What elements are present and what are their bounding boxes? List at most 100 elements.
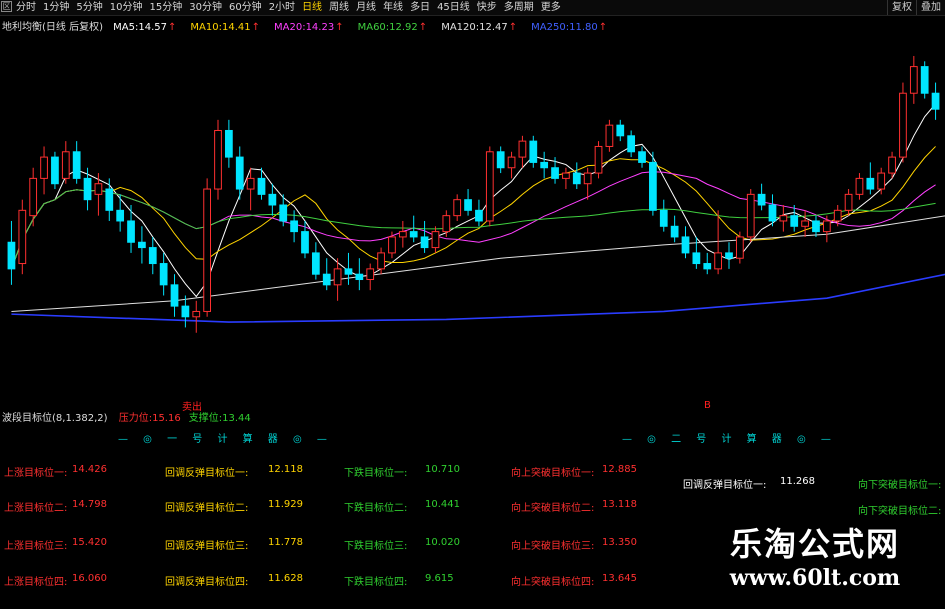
candle-body bbox=[779, 215, 788, 222]
candle-body bbox=[888, 156, 896, 174]
candle-body bbox=[768, 204, 777, 222]
candle-body bbox=[442, 215, 451, 233]
target-label: 上涨目标位四: bbox=[4, 577, 68, 588]
period-toolbar: 区 分时 1分钟 5分钟 10分钟 15分钟 30分钟 60分钟 2小时 日线 周线 月线 年线 多日 4… bbox=[0, 0, 945, 16]
candle-body bbox=[257, 177, 266, 195]
ma-line-ma250 bbox=[11, 273, 945, 323]
tab-period-6[interactable]: 60分钟 bbox=[229, 0, 262, 15]
candle-body bbox=[681, 236, 690, 254]
candle-body bbox=[290, 220, 298, 233]
target-value: 15.420 bbox=[72, 537, 107, 548]
tab-period-14[interactable]: 快步 bbox=[477, 0, 497, 15]
tab-period-10[interactable]: 月线 bbox=[356, 0, 376, 15]
candle-body bbox=[670, 225, 679, 238]
candle-body bbox=[812, 220, 820, 233]
tab-period-15[interactable]: 多周期 bbox=[504, 0, 534, 15]
candle-body bbox=[29, 177, 38, 217]
candle-body bbox=[703, 263, 712, 270]
target-label: 向上突破目标位四: bbox=[511, 577, 595, 588]
toolbar-right: 复权 叠加 bbox=[887, 0, 945, 15]
candle-body bbox=[735, 236, 744, 259]
candle-body bbox=[170, 284, 179, 307]
candle-body bbox=[181, 305, 190, 318]
candle-body bbox=[551, 167, 559, 179]
candle-body bbox=[453, 199, 462, 217]
target-label: 回调反弹目标位二: bbox=[165, 503, 249, 514]
sub-indicator-legend: 波段目标位(8,1.382,2) 压力位:15.16 支撑位:13.44 bbox=[2, 409, 259, 424]
target-value: 13.645 bbox=[602, 573, 637, 584]
tab-period-0[interactable]: 分时 bbox=[16, 0, 36, 15]
tab-period-12[interactable]: 多日 bbox=[410, 0, 430, 15]
candle-body bbox=[659, 209, 668, 227]
target-value: 11.268 bbox=[780, 476, 815, 487]
candle-body bbox=[746, 193, 755, 238]
target-value: 11.628 bbox=[268, 573, 303, 584]
tab-period-16[interactable]: 更多 bbox=[541, 0, 561, 15]
candle-body bbox=[562, 172, 570, 179]
candle-body bbox=[203, 188, 212, 312]
overlay-button[interactable]: 叠加 bbox=[916, 0, 945, 15]
target-label: 下跌目标位二: bbox=[344, 503, 408, 514]
candle-body bbox=[909, 66, 918, 94]
candle-body bbox=[464, 199, 472, 211]
candle-body bbox=[40, 156, 48, 179]
ma-line-ma5 bbox=[10, 103, 936, 298]
candle-body bbox=[507, 156, 516, 169]
tab-period-9[interactable]: 周线 bbox=[329, 0, 349, 15]
tab-period-8[interactable]: 日线 bbox=[302, 0, 322, 15]
target-label: 向上突破目标位一: bbox=[511, 468, 595, 479]
candle-body bbox=[105, 188, 114, 211]
sub-indicator-title[interactable]: 波段目标位(8,1.382,2) bbox=[2, 413, 108, 424]
candle-body bbox=[496, 151, 505, 169]
tab-period-3[interactable]: 10分钟 bbox=[110, 0, 143, 15]
kline-chart[interactable] bbox=[0, 30, 945, 380]
candle-body bbox=[279, 204, 288, 222]
candle-body bbox=[159, 263, 168, 286]
target-label: 回调反弹目标位三: bbox=[165, 541, 249, 552]
target-label: 下跌目标位四: bbox=[344, 577, 408, 588]
target-value: 16.060 bbox=[72, 573, 107, 584]
candle-body bbox=[649, 161, 657, 211]
candle-body bbox=[529, 140, 538, 163]
candle-body bbox=[692, 252, 701, 265]
window-pin-icon[interactable]: 区 bbox=[1, 1, 12, 12]
target-value: 9.615 bbox=[425, 573, 454, 584]
target-value: 11.929 bbox=[268, 499, 303, 510]
tab-period-1[interactable]: 1分钟 bbox=[43, 0, 69, 15]
candle-body bbox=[311, 252, 320, 275]
candle-body bbox=[235, 156, 244, 190]
candle-body bbox=[344, 268, 353, 275]
candle-body bbox=[127, 220, 135, 243]
sub-legend-item-0: 压力位:15.16 bbox=[118, 413, 181, 424]
sub-legend-item-1: 支撑位:13.44 bbox=[188, 413, 251, 424]
adjust-button[interactable]: 复权 bbox=[887, 0, 916, 15]
target-value: 12.118 bbox=[268, 464, 303, 475]
tab-period-7[interactable]: 2小时 bbox=[269, 0, 295, 15]
candle-body bbox=[83, 177, 92, 201]
tab-period-11[interactable]: 年线 bbox=[383, 0, 403, 15]
target-value: 11.778 bbox=[268, 537, 303, 548]
candle-body bbox=[714, 252, 722, 270]
target-label: 上涨目标位三: bbox=[4, 541, 68, 552]
candle-body bbox=[214, 129, 222, 190]
candle-body bbox=[409, 231, 418, 238]
candle-body bbox=[844, 193, 853, 211]
candle-body bbox=[822, 220, 831, 233]
candle-body bbox=[866, 177, 875, 190]
candle-body bbox=[398, 231, 407, 238]
candle-body bbox=[72, 151, 81, 179]
site-watermark: 乐淘公式网 www.60lt.com bbox=[690, 525, 940, 593]
tab-period-5[interactable]: 30分钟 bbox=[189, 0, 222, 15]
candle-body bbox=[7, 241, 16, 270]
tab-period-2[interactable]: 5分钟 bbox=[76, 0, 102, 15]
candle-body bbox=[116, 209, 125, 222]
target-value: 10.710 bbox=[425, 464, 460, 475]
candle-body bbox=[192, 310, 201, 318]
tab-period-13[interactable]: 45日线 bbox=[437, 0, 470, 15]
tab-period-4[interactable]: 15分钟 bbox=[149, 0, 182, 15]
target-label: 下跌目标位三: bbox=[344, 541, 408, 552]
candle-body bbox=[725, 252, 733, 259]
candle-body bbox=[572, 172, 581, 185]
target-label: 回调反弹目标位一: bbox=[683, 480, 767, 491]
target-label: 下跌目标位一: bbox=[344, 468, 408, 479]
